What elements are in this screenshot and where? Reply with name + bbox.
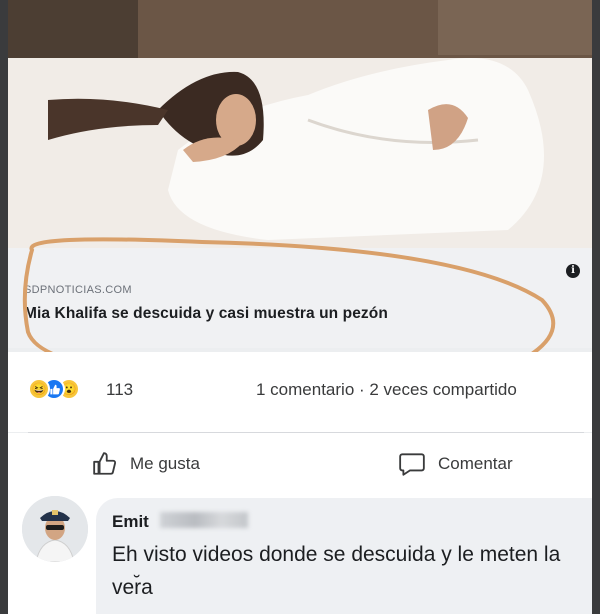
thumbs-up-icon [93, 452, 117, 475]
screen-border-left [0, 0, 8, 614]
post-link-image[interactable] [8, 0, 592, 248]
haha-reaction-icon: 😆 [28, 378, 50, 400]
avatar[interactable] [22, 496, 88, 562]
link-title[interactable]: Mia Khalifa se descuida y casi muestra u… [24, 305, 388, 323]
comment-text: Eh visto videos donde se descuida y le m… [112, 543, 561, 599]
like-button[interactable]: Me gusta [92, 449, 200, 479]
censored-name-blur [160, 512, 248, 528]
info-icon[interactable]: i [566, 264, 580, 278]
photo-illustration [8, 0, 592, 248]
reaction-count[interactable]: 113 [106, 380, 133, 400]
comment-button-label: Comentar [438, 454, 513, 473]
comment-bubble-icon [399, 453, 425, 476]
screen-border-right [592, 0, 600, 614]
like-button-label: Me gusta [130, 454, 200, 473]
avatar-image [22, 496, 88, 562]
link-source-domain: SDPNOTICIAS.COM [24, 284, 132, 296]
link-preview-caption[interactable] [8, 248, 592, 348]
reaction-icons[interactable]: 😆 😮 [28, 378, 80, 400]
comment-author-name[interactable]: Emit [112, 512, 149, 532]
comment-button[interactable]: Comentar [398, 449, 513, 479]
comments-shares-count[interactable]: 1 comentario · 2 veces compartido [256, 380, 517, 400]
